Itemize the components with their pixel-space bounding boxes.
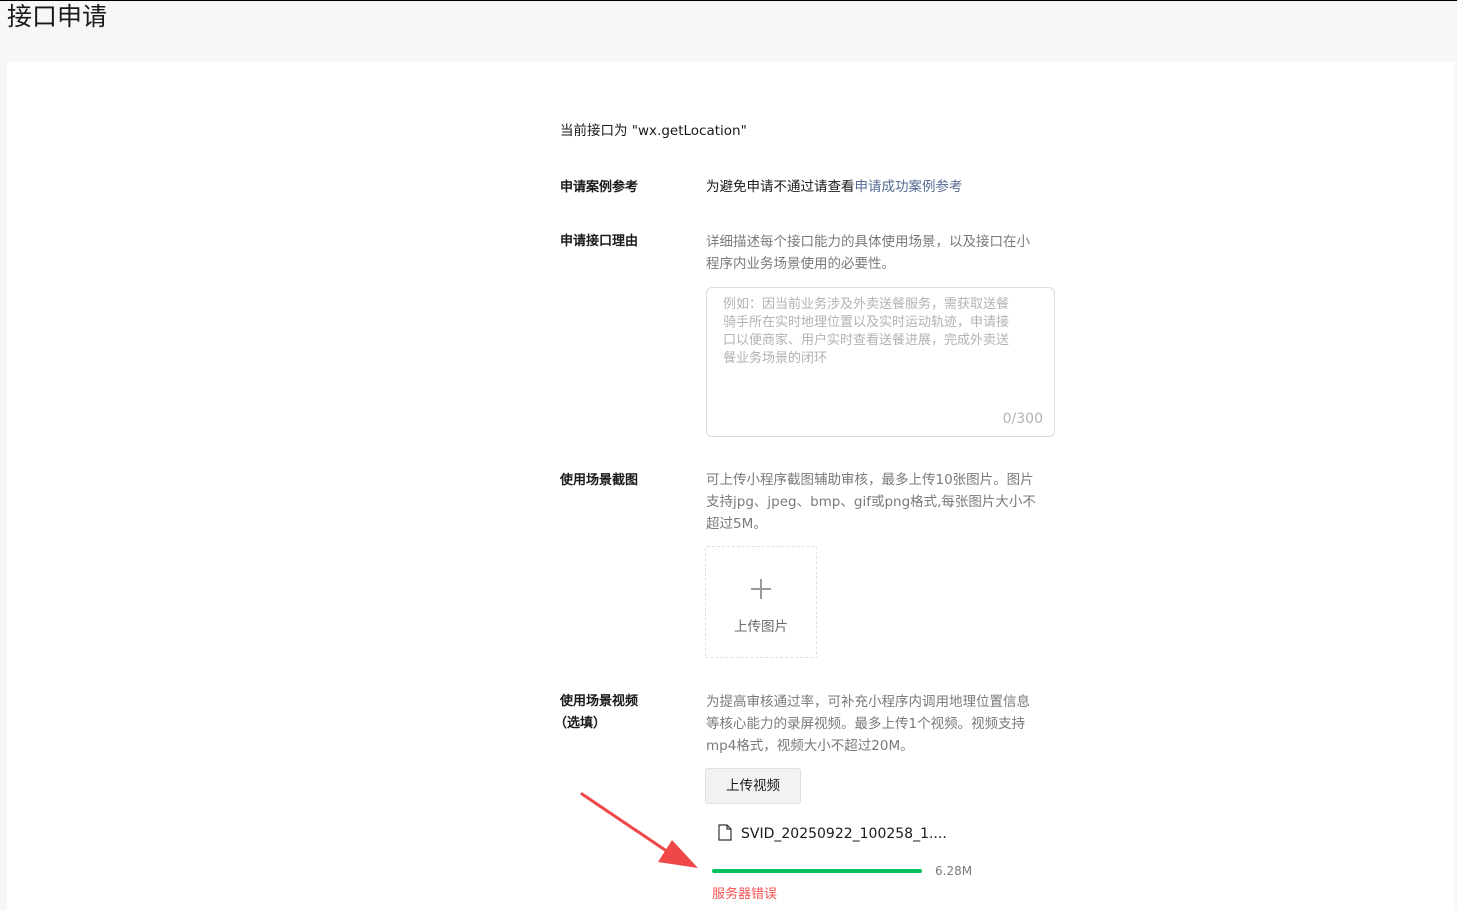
case-ref-text: 为避免申请不通过请查看 <box>706 179 855 195</box>
upload-image-button[interactable]: 上传图片 <box>705 546 817 658</box>
char-counter: 0/300 <box>1002 411 1043 427</box>
current-api-text: 当前接口为 "wx.getLocation" <box>560 123 747 139</box>
file-size: 6.28M <box>935 864 973 878</box>
screenshots-label: 使用场景截图 <box>560 473 639 488</box>
reason-textarea[interactable]: 例如：因当前业务涉及外卖送餐服务，需获取送餐 骑手所在实时地理位置以及实时运动轨… <box>706 287 1055 437</box>
video-label: 使用场景视频 （选填） <box>554 691 639 735</box>
video-label-optional: （选填） <box>554 716 607 731</box>
top-border <box>0 0 1457 1</box>
upload-progress-fill <box>712 869 922 873</box>
upload-video-button[interactable]: 上传视频 <box>705 768 801 804</box>
placeholder-line: 餐业务场景的闭环 <box>723 351 828 366</box>
reason-placeholder: 例如：因当前业务涉及外卖送餐服务，需获取送餐 骑手所在实时地理位置以及实时运动轨… <box>723 296 1035 368</box>
error-message: 服务器错误 <box>712 887 778 902</box>
video-desc-line: mp4格式，视频大小不超过20M。 <box>706 738 914 754</box>
video-label-line: 使用场景视频 <box>560 694 639 709</box>
video-desc-line: 为提高审核通过率，可补充小程序内调用地理位置信息 <box>706 694 1030 710</box>
upload-progress-bar <box>712 869 922 873</box>
screenshots-desc-line: 可上传小程序截图辅助审核，最多上传10张图片。图片 <box>706 472 1034 488</box>
video-desc-line: 等核心能力的录屏视频。最多上传1个视频。视频支持 <box>706 716 1026 732</box>
case-ref-label: 申请案例参考 <box>560 180 639 195</box>
upload-image-label: 上传图片 <box>734 619 788 635</box>
page-title: 接口申请 <box>7 2 108 31</box>
file-icon <box>718 824 732 841</box>
plus-icon <box>751 579 771 599</box>
reason-desc-line: 程序内业务场景使用的必要性。 <box>706 256 895 272</box>
reason-desc: 详细描述每个接口能力的具体使用场景，以及接口在小 程序内业务场景使用的必要性。 <box>706 231 1030 275</box>
case-ref-row: 为避免申请不通过请查看申请成功案例参考 <box>706 177 963 197</box>
file-name: SVID_20250922_100258_1.... <box>741 826 947 842</box>
video-desc: 为提高审核通过率，可补充小程序内调用地理位置信息 等核心能力的录屏视频。最多上传… <box>706 691 1030 757</box>
screenshots-desc-line: 支持jpg、jpeg、bmp、gif或png格式,每张图片大小不 <box>706 494 1036 510</box>
reason-label: 申请接口理由 <box>560 234 639 249</box>
reason-desc-line: 详细描述每个接口能力的具体使用场景，以及接口在小 <box>706 234 1030 250</box>
case-ref-link[interactable]: 申请成功案例参考 <box>855 179 963 195</box>
screenshots-desc-line: 超过5M。 <box>706 516 767 532</box>
placeholder-line: 例如：因当前业务涉及外卖送餐服务，需获取送餐 <box>723 297 1010 312</box>
placeholder-line: 骑手所在实时地理位置以及实时运动轨迹，申请接 <box>723 315 1010 330</box>
placeholder-line: 口以便商家、用户实时查看送餐进展，完成外卖送 <box>723 333 1010 348</box>
screenshots-desc: 可上传小程序截图辅助审核，最多上传10张图片。图片 支持jpg、jpeg、bmp… <box>706 469 1036 535</box>
